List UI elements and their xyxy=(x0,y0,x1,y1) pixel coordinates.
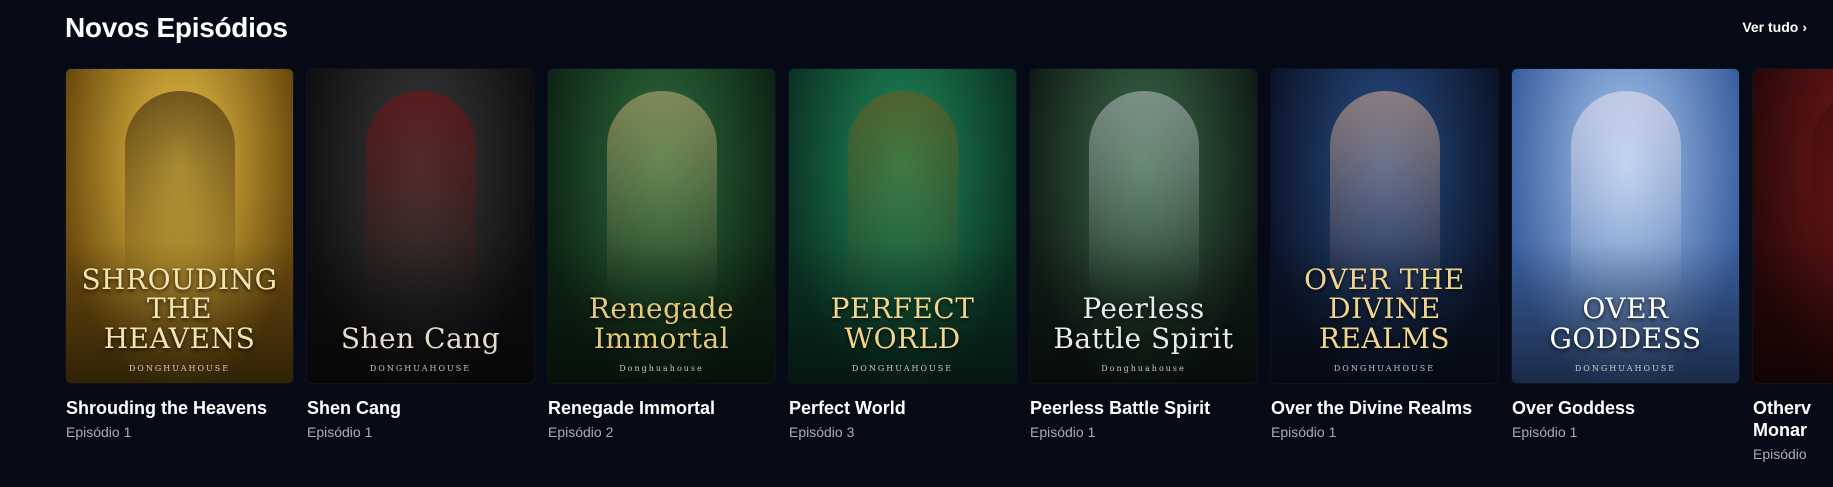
episode-title[interactable]: Peerless Battle Spirit xyxy=(1030,397,1257,419)
poster-title-art: Renegade Immortal xyxy=(588,292,735,355)
poster-studio-mark: Donghuahouse xyxy=(1101,364,1186,373)
poster-image[interactable]: Peerless Battle Spirit Donghuahouse xyxy=(1030,69,1257,383)
episode-number: Episódio 3 xyxy=(789,424,855,440)
episode-card[interactable]: PERFECT WORLD DONGHUAHOUSE Perfect World Ep… xyxy=(789,69,1016,463)
poster-shade xyxy=(307,243,534,383)
episode-number: Episódio 1 xyxy=(1512,424,1578,440)
episode-title[interactable]: Over the Divine Realms xyxy=(1271,397,1498,419)
episode-carousel: SHROUDING THE HEAVENS DONGHUAHOUSE Shroudi… xyxy=(66,69,1833,463)
poster-shade xyxy=(1753,243,1833,383)
poster-studio-mark: DONGHUAHOUSE xyxy=(851,364,954,373)
episode-number: Episódio 1 xyxy=(66,424,132,440)
carousel-viewport[interactable]: SHROUDING THE HEAVENS DONGHUAHOUSE Shroudi… xyxy=(0,0,1833,487)
poster-title-art: OVER THE DIVINE REALMS xyxy=(1304,262,1465,355)
poster-title-art: O E xyxy=(1761,324,1833,353)
poster-title-art: Peerless Battle Spirit xyxy=(1053,292,1234,355)
episode-card[interactable]: O E Otherv Monar Episódio xyxy=(1753,69,1833,463)
poster-image[interactable]: OVER THE DIVINE REALMS DONGHUAHOUSE xyxy=(1271,69,1498,383)
poster-studio-mark: DONGHUAHOUSE xyxy=(1333,364,1436,373)
episode-card[interactable]: OVER GODDESS DONGHUAHOUSE Over Goddess Epis… xyxy=(1512,69,1739,463)
episode-number: Episódio xyxy=(1753,446,1807,462)
episode-title[interactable]: Shen Cang xyxy=(307,397,534,419)
poster-image[interactable]: O E xyxy=(1753,69,1833,383)
episode-title[interactable]: Perfect World xyxy=(789,397,1016,419)
poster-image[interactable]: Shen Cang DONGHUAHOUSE xyxy=(307,69,534,383)
poster-title-art: SHROUDING THE HEAVENS xyxy=(81,262,278,355)
episode-card[interactable]: Peerless Battle Spirit Donghuahouse Peerle… xyxy=(1030,69,1257,463)
new-episodes-section: Novos Episódios Ver tudo › SHROUDING THE… xyxy=(0,0,1833,487)
poster-studio-mark: DONGHUAHOUSE xyxy=(369,364,472,373)
episode-number: Episódio 2 xyxy=(548,424,614,440)
episode-number: Episódio 1 xyxy=(1271,424,1337,440)
poster-title-art: PERFECT WORLD xyxy=(830,292,975,355)
episode-title[interactable]: Shrouding the Heavens xyxy=(66,397,293,419)
poster-title-art: Shen Cang xyxy=(340,321,501,355)
poster-studio-mark: Donghuahouse xyxy=(619,364,704,373)
poster-studio-mark: DONGHUAHOUSE xyxy=(1574,364,1677,373)
poster-image[interactable]: Renegade Immortal Donghuahouse xyxy=(548,69,775,383)
episode-number: Episódio 1 xyxy=(307,424,373,440)
episode-number: Episódio 1 xyxy=(1030,424,1096,440)
poster-studio-mark: DONGHUAHOUSE xyxy=(128,364,231,373)
episode-card[interactable]: OVER THE DIVINE REALMS DONGHUAHOUSE Over t… xyxy=(1271,69,1498,463)
episode-title[interactable]: Over Goddess xyxy=(1512,397,1739,419)
episode-card[interactable]: SHROUDING THE HEAVENS DONGHUAHOUSE Shroudi… xyxy=(66,69,293,463)
episode-card[interactable]: Shen Cang DONGHUAHOUSE Shen Cang Episódio 1 xyxy=(307,69,534,463)
episode-title[interactable]: Renegade Immortal xyxy=(548,397,775,419)
episode-card[interactable]: Renegade Immortal Donghuahouse Renegade Im… xyxy=(548,69,775,463)
poster-image[interactable]: SHROUDING THE HEAVENS DONGHUAHOUSE xyxy=(66,69,293,383)
poster-image[interactable]: PERFECT WORLD DONGHUAHOUSE xyxy=(789,69,1016,383)
poster-image[interactable]: OVER GODDESS DONGHUAHOUSE xyxy=(1512,69,1739,383)
episode-title[interactable]: Otherv Monar xyxy=(1753,397,1813,441)
poster-title-art: OVER GODDESS xyxy=(1549,292,1702,355)
